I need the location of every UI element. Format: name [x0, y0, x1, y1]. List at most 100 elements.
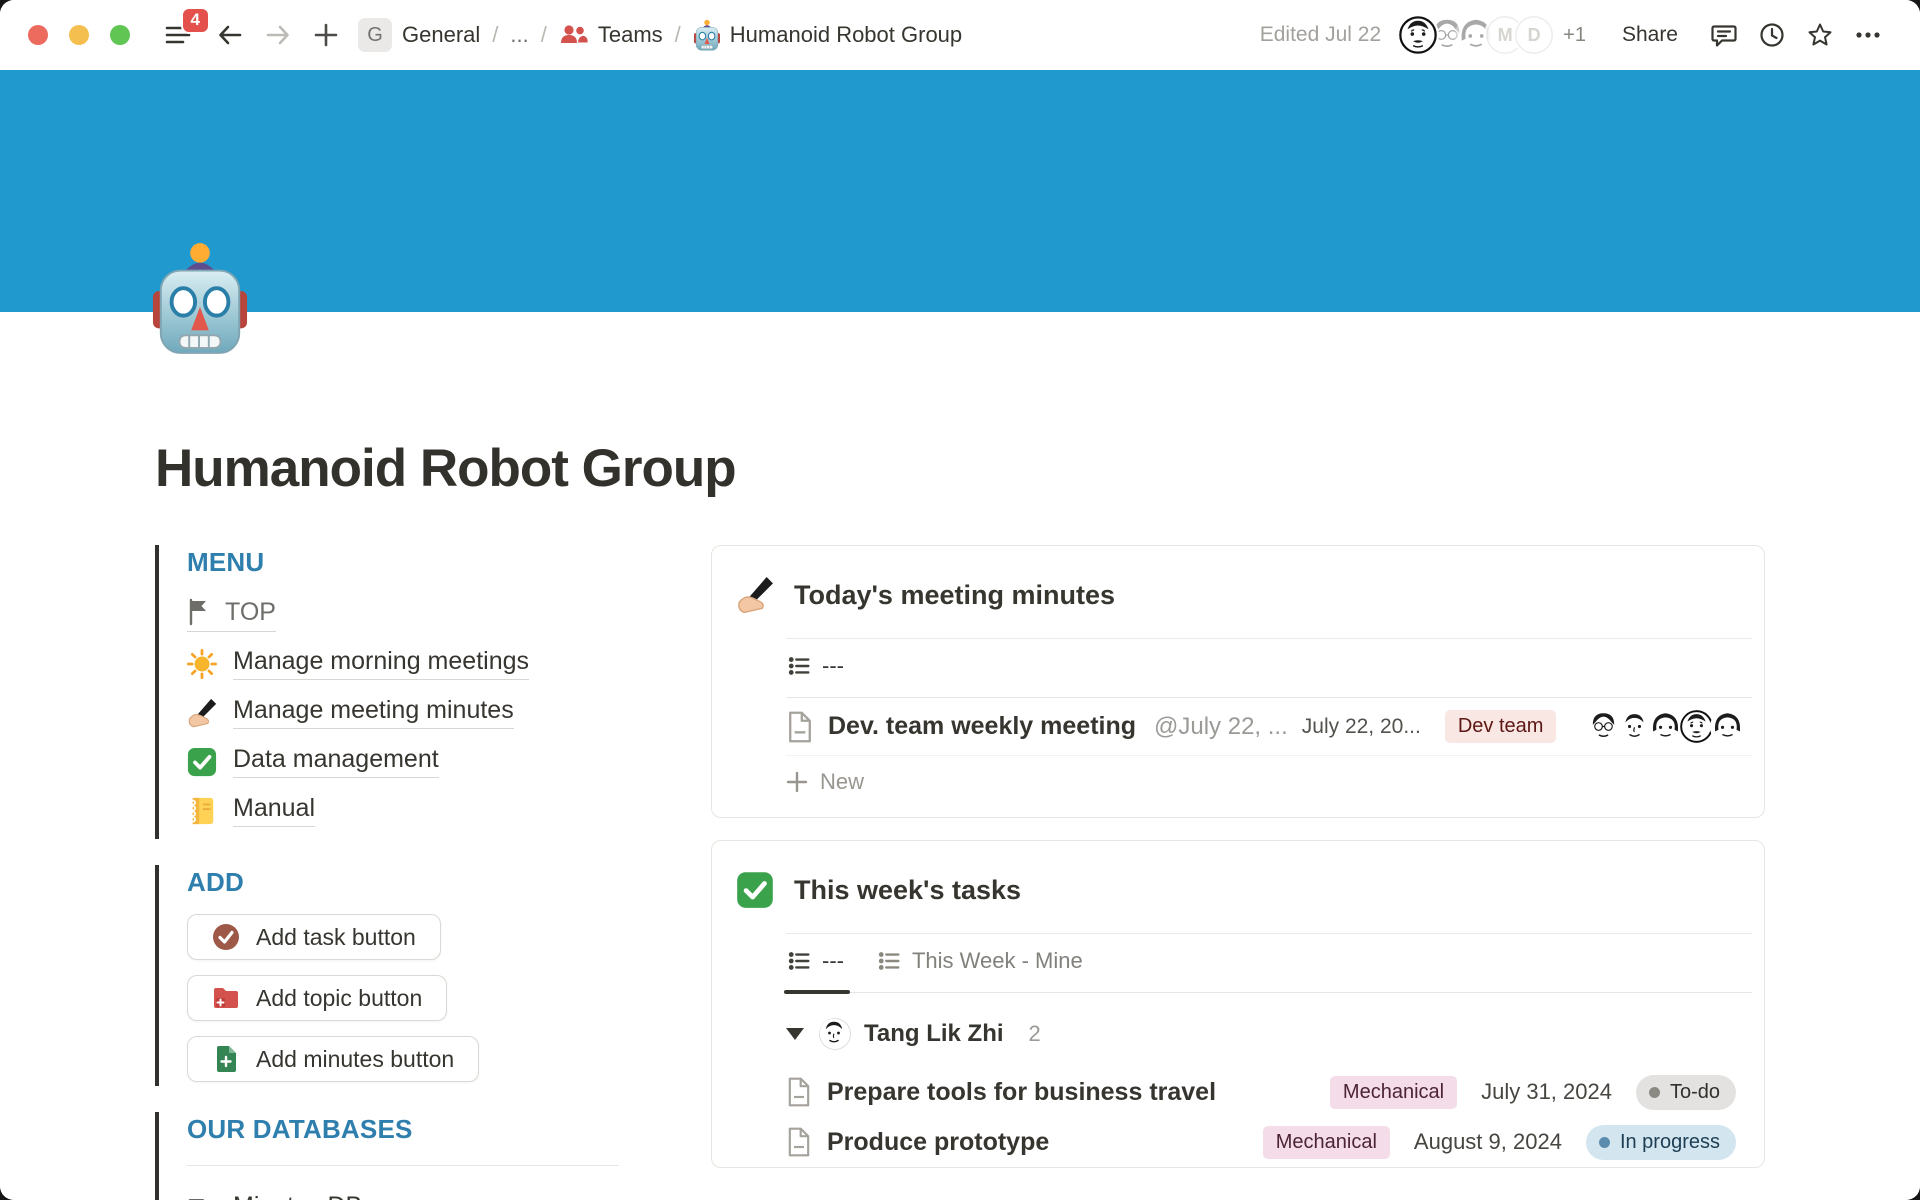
workspace-chip[interactable]: G: [358, 18, 392, 52]
folder-plus-icon: [212, 984, 240, 1012]
breadcrumb-separator: /: [675, 22, 681, 48]
sidebar-item-label: Data management: [233, 745, 439, 778]
meeting-minutes-card: Today's meeting minutes ---: [711, 545, 1765, 818]
breadcrumb-ellipsis[interactable]: ...: [510, 22, 528, 48]
page-robot-emoji-icon[interactable]: [151, 240, 249, 356]
date-mention: @July 22, ...: [1154, 713, 1288, 741]
add-button-label: Add task button: [256, 924, 416, 951]
new-row-button[interactable]: New: [786, 756, 1752, 817]
status-dot: [1599, 1137, 1610, 1148]
favorite-button[interactable]: [1806, 21, 1834, 49]
sidebar-item-label: Manage meeting minutes: [233, 696, 514, 729]
breadcrumb-page[interactable]: Humanoid Robot Group: [693, 19, 962, 51]
breadcrumb-teams[interactable]: Teams: [559, 22, 663, 48]
main-column: Today's meeting minutes ---: [711, 545, 1765, 1190]
task-title[interactable]: Prepare tools for business travel: [827, 1078, 1216, 1107]
minutes-row[interactable]: Dev. team weekly meeting @July 22, ... J…: [786, 698, 1752, 756]
view-tab-this-week-mine[interactable]: This Week - Mine: [876, 948, 1087, 992]
more-options-button[interactable]: [1854, 21, 1882, 49]
view-tab-label: ---: [822, 653, 844, 679]
sidebar-toggle-button[interactable]: 4: [164, 21, 192, 49]
breadcrumb-page-label: Humanoid Robot Group: [730, 22, 962, 48]
weekly-tasks-card: This week's tasks ---: [711, 840, 1765, 1168]
avatar: [819, 1018, 851, 1050]
sidebar-item-minutes-db[interactable]: Minutes DB: [187, 1184, 625, 1200]
view-tabs: ---: [786, 639, 1752, 698]
share-button[interactable]: Share: [1616, 22, 1684, 48]
view-tab-label: This Week - Mine: [912, 948, 1083, 974]
view-tab-default[interactable]: ---: [786, 653, 848, 697]
forward-button[interactable]: [264, 21, 292, 49]
app-window: 4 G General / ... /: [0, 0, 1920, 1200]
sidebar-item-morning-meetings[interactable]: Manage morning meetings: [187, 639, 625, 688]
back-arrow-icon: [216, 21, 244, 49]
breadcrumb: General / ... / Teams / Humanoid Robot G…: [402, 19, 962, 51]
avatar-letter-d[interactable]: D: [1513, 14, 1555, 56]
comments-button[interactable]: [1710, 21, 1738, 49]
breadcrumb-general[interactable]: General: [402, 22, 480, 48]
category-badge: Mechanical: [1263, 1126, 1390, 1159]
ellipsis-icon: [1854, 21, 1882, 49]
new-row-label: New: [820, 769, 864, 795]
zoom-window-button[interactable]: [110, 25, 130, 45]
file-plus-icon: [212, 1045, 240, 1073]
writing-hand-icon: [736, 576, 774, 614]
sidebar-item-label: TOP: [225, 598, 276, 627]
status-label: To-do: [1670, 1081, 1720, 1104]
forward-arrow-icon: [264, 21, 292, 49]
view-tabs: --- This Week - Mine: [786, 934, 1752, 993]
add-button-label: Add topic button: [256, 985, 422, 1012]
group-count: 2: [1029, 1021, 1041, 1047]
sidebar-column: MENU TOP: [155, 545, 625, 1200]
databases-section: OUR DATABASES Minutes DB: [155, 1112, 625, 1200]
status-dot: [1649, 1087, 1660, 1098]
check-mark-icon: [736, 871, 774, 909]
minimize-window-button[interactable]: [69, 25, 89, 45]
list-view-icon: [788, 654, 812, 678]
avatar-overflow-count[interactable]: +1: [1563, 24, 1586, 47]
close-window-button[interactable]: [28, 25, 48, 45]
task-date: August 9, 2024: [1414, 1129, 1562, 1155]
task-row[interactable]: Produce prototype Mechanical August 9, 2…: [786, 1117, 1752, 1167]
sidebar-item-top[interactable]: TOP: [187, 590, 625, 639]
view-tab-label: ---: [822, 948, 844, 974]
sun-icon: [187, 649, 217, 679]
breadcrumb-teams-label: Teams: [598, 22, 663, 48]
sidebar-item-label: Manual: [233, 794, 315, 827]
avatar: [1710, 709, 1746, 745]
collapse-toggle-icon[interactable]: [786, 1028, 804, 1040]
page-title[interactable]: Humanoid Robot Group: [155, 312, 1765, 499]
flag-icon: [187, 598, 211, 626]
avatar[interactable]: [1397, 14, 1439, 56]
add-task-button[interactable]: Add task button: [187, 914, 441, 960]
cover-banner: [0, 70, 1920, 312]
add-topic-button[interactable]: Add topic button: [187, 975, 447, 1021]
collaborator-avatars: M D: [1397, 14, 1555, 56]
writing-hand-icon: [187, 698, 217, 728]
add-button-label: Add minutes button: [256, 1046, 454, 1073]
view-tab-default[interactable]: ---: [786, 948, 848, 992]
updates-button[interactable]: [1758, 21, 1786, 49]
check-mark-icon: [187, 747, 217, 777]
sidebar-item-data-management[interactable]: Data management: [187, 737, 625, 786]
people-icon: [559, 22, 589, 48]
sidebar-item-meeting-minutes[interactable]: Manage meeting minutes: [187, 688, 625, 737]
new-tab-button[interactable]: [312, 21, 340, 49]
divider: [187, 1165, 619, 1166]
robot-emoji-icon: [693, 19, 721, 51]
minutes-row-date: July 22, 20...: [1302, 715, 1421, 739]
task-date: July 31, 2024: [1481, 1079, 1612, 1105]
minutes-row-title[interactable]: Dev. team weekly meeting: [828, 712, 1136, 741]
sidebar-item-manual[interactable]: Manual: [187, 786, 625, 835]
task-title[interactable]: Produce prototype: [827, 1128, 1049, 1157]
sidebar-item-label: Minutes DB: [233, 1192, 362, 1200]
status-label: In progress: [1620, 1131, 1720, 1154]
back-button[interactable]: [216, 21, 244, 49]
add-minutes-button[interactable]: Add minutes button: [187, 1036, 479, 1082]
menu-section-header: MENU: [187, 547, 625, 578]
star-icon: [1806, 21, 1834, 49]
databases-section-header: OUR DATABASES: [187, 1114, 625, 1145]
breadcrumb-separator: /: [492, 22, 498, 48]
list-view-icon: [788, 949, 812, 973]
task-row[interactable]: Prepare tools for business travel Mechan…: [786, 1067, 1752, 1117]
